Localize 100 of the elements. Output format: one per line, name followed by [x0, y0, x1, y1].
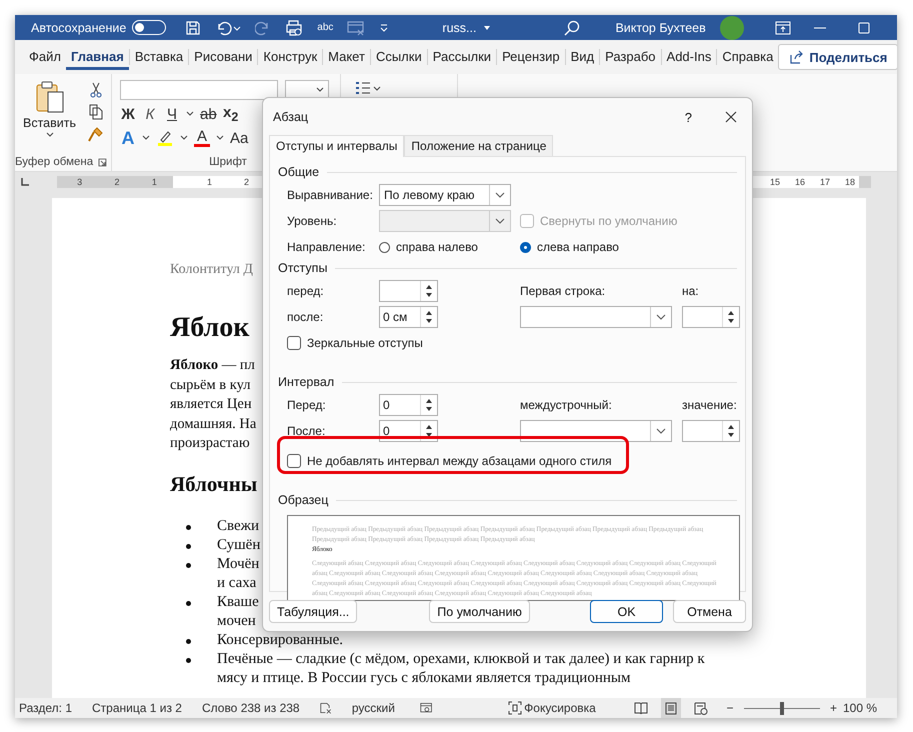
- dialog-tab[interactable]: Отступы и интервалы: [269, 135, 404, 157]
- printer-icon[interactable]: [285, 20, 304, 36]
- ribbon-tab[interactable]: Рисовани: [188, 49, 258, 65]
- subscript-button[interactable]: x$_{2}$: [222, 104, 239, 124]
- spelling-check[interactable]: abc: [317, 22, 334, 33]
- view-button[interactable]: [660, 698, 681, 718]
- save-icon[interactable]: [185, 20, 202, 36]
- caret-down-icon: [316, 87, 324, 93]
- focus-button[interactable]: Фокусировка: [508, 701, 596, 715]
- ribbon-display-icon[interactable]: [774, 20, 791, 34]
- page-indicator[interactable]: Страница 1 из 2: [92, 701, 182, 715]
- dialog-button[interactable]: OK: [590, 600, 663, 623]
- list-item-line: Сушён: [217, 536, 260, 554]
- scissors-icon[interactable]: [88, 82, 104, 98]
- italic-button[interactable]: К: [142, 106, 158, 122]
- ribbon-tab[interactable]: Главная: [66, 49, 129, 70]
- maximize-icon[interactable]: [856, 20, 871, 34]
- strikethrough-button[interactable]: ab: [200, 106, 217, 122]
- dialog-title: Абзац: [273, 110, 310, 124]
- paste-button[interactable]: Вставить: [23, 80, 76, 153]
- dialog-button[interactable]: Табуляция...: [269, 600, 358, 623]
- bullet-list-icon[interactable]: [355, 80, 381, 96]
- paragraph-line: Яблоко — пл: [170, 356, 255, 375]
- indent-before-field[interactable]: [379, 280, 438, 302]
- tab-stop-icon[interactable]: [20, 177, 30, 187]
- language-indicator[interactable]: русский: [352, 701, 395, 715]
- ruler-number: 18: [844, 176, 855, 188]
- zoom-out-button[interactable]: −: [726, 701, 734, 715]
- autosave-toggle[interactable]: [132, 20, 166, 35]
- paragraph-line: является Цен: [170, 395, 252, 414]
- close-icon[interactable]: [724, 110, 738, 124]
- zoom-in-button[interactable]: +: [830, 701, 837, 715]
- ribbon-tab[interactable]: Макет: [322, 49, 370, 65]
- mirror-indents-checkbox[interactable]: Зеркальные отступы: [287, 336, 423, 350]
- focus-icon: [508, 701, 522, 715]
- word-count[interactable]: Слово 238 из 238: [202, 701, 300, 715]
- list-item-line: Свежи: [217, 516, 260, 536]
- ribbon-tab[interactable]: Файл: [24, 49, 66, 65]
- help-button[interactable]: ?: [684, 110, 692, 124]
- section-heading: Отступы: [278, 261, 328, 275]
- caret-down-icon[interactable]: [142, 135, 150, 141]
- proofing-icon[interactable]: [320, 701, 332, 715]
- direction-radio[interactable]: справа налево: [379, 240, 520, 254]
- ribbon-tab[interactable]: Рассылки: [426, 49, 496, 65]
- bold-button[interactable]: Ж: [120, 106, 136, 122]
- font-color-button[interactable]: A: [194, 129, 210, 147]
- dialog-button[interactable]: Отмена: [673, 600, 746, 623]
- underline-button[interactable]: Ч: [164, 106, 180, 122]
- section-heading: Общие: [278, 165, 320, 179]
- list-item-line: Консервированные.: [217, 630, 343, 650]
- web-page-icon: [694, 702, 708, 714]
- format-painter-icon[interactable]: [88, 126, 104, 142]
- dialog-launcher-icon[interactable]: [98, 158, 107, 166]
- ruler-number: 17: [820, 176, 830, 188]
- bullet-icon: [186, 562, 191, 568]
- ribbon-tab[interactable]: Разрабо: [599, 49, 661, 65]
- ribbon-tab[interactable]: Конструк: [257, 49, 322, 65]
- file-name[interactable]: russ...: [442, 20, 476, 34]
- ruler-number: 1: [207, 176, 212, 188]
- line-spacing-dropdown[interactable]: [520, 420, 672, 442]
- field-label: значение:: [682, 398, 738, 412]
- caret-down-icon[interactable]: [180, 135, 188, 141]
- line-spacing-value-field[interactable]: [682, 420, 740, 442]
- section-heading: Интервал: [278, 375, 334, 389]
- caret-down-icon[interactable]: [483, 24, 492, 32]
- zoom-level[interactable]: 100 %: [842, 701, 878, 715]
- bullet-icon: [186, 638, 191, 644]
- section-indicator[interactable]: Раздел: 1: [19, 701, 72, 715]
- window-icon[interactable]: [347, 20, 366, 36]
- indent-after-field[interactable]: 0 см: [379, 306, 438, 328]
- ribbon-tab[interactable]: Вставка: [128, 49, 188, 65]
- ruler-number: 2: [244, 176, 250, 188]
- dialog-tab[interactable]: Положение на странице: [404, 135, 554, 156]
- ruler-number: 15: [770, 176, 780, 188]
- share-icon: [789, 50, 804, 64]
- list-item-line: и саха: [217, 574, 256, 592]
- caret-down-icon: [46, 132, 54, 138]
- ribbon-tab[interactable]: Add-Ins: [660, 49, 716, 65]
- paragraph-line: сырьём в кул: [170, 376, 250, 394]
- paragraph-line: произрастаю: [170, 434, 250, 453]
- ribbon-tab[interactable]: Ссылки: [370, 49, 427, 65]
- highlighter-icon[interactable]: [156, 129, 174, 147]
- copy-icon[interactable]: [88, 104, 104, 120]
- spacing-before-field[interactable]: 0: [379, 394, 438, 416]
- change-case-button[interactable]: Aa: [230, 130, 248, 146]
- direction-radio[interactable]: слева направо: [520, 240, 661, 254]
- no-space-checkbox[interactable]: Не добавлять интервал между абзацами одного стиля: [287, 454, 612, 468]
- alignment-dropdown[interactable]: По левому краю: [379, 184, 511, 206]
- caret-down-icon[interactable]: [216, 135, 224, 141]
- bullet-icon: [186, 524, 191, 530]
- user-name: Виктор Бухтеев: [615, 20, 706, 34]
- first-line-by-field[interactable]: [682, 306, 740, 328]
- font-name-field[interactable]: [120, 80, 278, 100]
- caret-down-icon[interactable]: [186, 111, 194, 117]
- ribbon-tab[interactable]: Рецензир: [496, 49, 565, 65]
- dialog-button[interactable]: По умолчанию: [429, 600, 530, 623]
- ribbon-tab[interactable]: Вид: [564, 49, 600, 65]
- text-effects-button[interactable]: A: [120, 128, 136, 148]
- search-icon[interactable]: [564, 20, 580, 36]
- share-button[interactable]: Поделиться: [778, 44, 897, 70]
